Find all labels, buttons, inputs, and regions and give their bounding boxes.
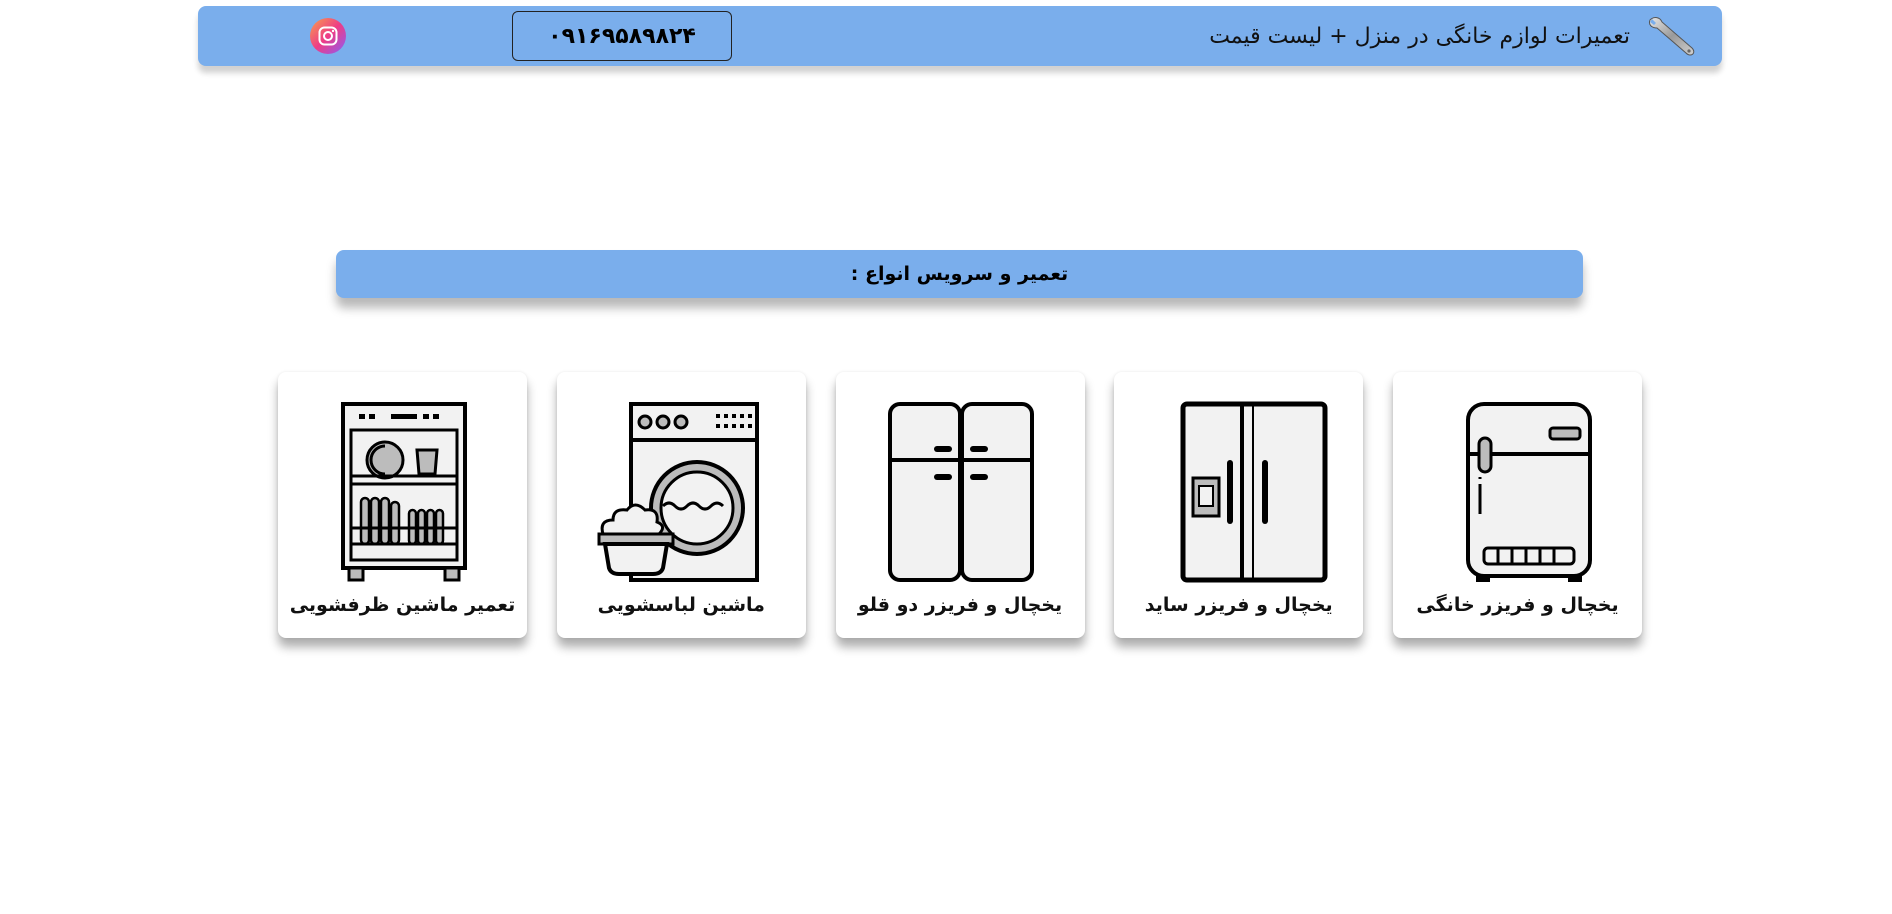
service-card-washing-machine[interactable]: ماشین لباسشویی xyxy=(556,372,806,638)
washing-machine-icon xyxy=(597,402,760,582)
phone-button[interactable]: ۰۹۱۶۹۵۸۹۸۲۴ xyxy=(512,11,732,61)
section-title: تعمیر و سرویس انواع : xyxy=(336,250,1583,298)
brand[interactable]: تعمیرات لوازم خانگی در منزل + لیست قیمت xyxy=(1209,6,1700,66)
service-card-dishwasher[interactable]: تعمیر ماشین ظرفشویی xyxy=(278,372,527,638)
twin-fridge-icon xyxy=(888,402,1034,582)
service-label: تعمیر ماشین ظرفشویی xyxy=(289,594,516,616)
site-header: تعمیرات لوازم خانگی در منزل + لیست قیمت … xyxy=(198,6,1722,66)
site-title: تعمیرات لوازم خانگی در منزل + لیست قیمت xyxy=(1209,23,1630,49)
side-by-side-fridge-icon xyxy=(1180,401,1328,583)
wrench-icon xyxy=(1649,17,1695,56)
service-label: یخچال و فریزر دو قلو xyxy=(857,594,1063,616)
fridge-icon xyxy=(1465,402,1592,582)
instagram-link[interactable] xyxy=(310,18,346,54)
page: تعمیرات لوازم خانگی در منزل + لیست قیمت … xyxy=(0,0,1892,914)
service-card-side-by-side[interactable]: یخچال و فریزر ساید xyxy=(1114,372,1364,638)
service-card-fridge[interactable]: یخچال و فریزر خانگی xyxy=(1393,372,1642,638)
service-label: یخچال و فریزر خانگی xyxy=(1416,594,1619,616)
instagram-icon xyxy=(318,26,338,46)
service-card-twin-fridge[interactable]: یخچال و فریزر دو قلو xyxy=(835,372,1085,638)
service-cards: یخچال و فریزر خانگی یخچال و فریزر ساید ی… xyxy=(278,372,1642,638)
service-label: یخچال و فریزر ساید xyxy=(1144,594,1333,616)
service-label: ماشین لباسشویی xyxy=(597,594,765,616)
dishwasher-icon xyxy=(340,402,467,582)
